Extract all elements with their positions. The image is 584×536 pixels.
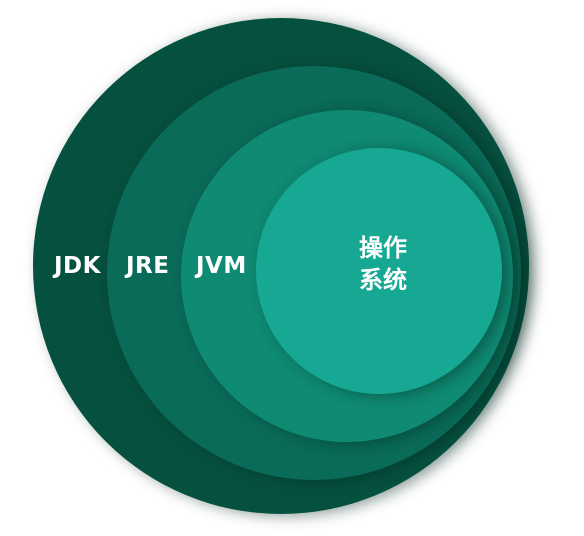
os-label: 操作 系统 [343, 232, 423, 296]
os-label-line-2: 系统 [359, 266, 407, 294]
jre-label: JRE [126, 253, 170, 279]
jdk-label: JDK [54, 253, 101, 279]
nested-circles-diagram: JDK JRE JVM 操作 系统 [0, 0, 584, 536]
jvm-label: JVM [196, 253, 247, 279]
os-label-line-1: 操作 [359, 234, 407, 262]
